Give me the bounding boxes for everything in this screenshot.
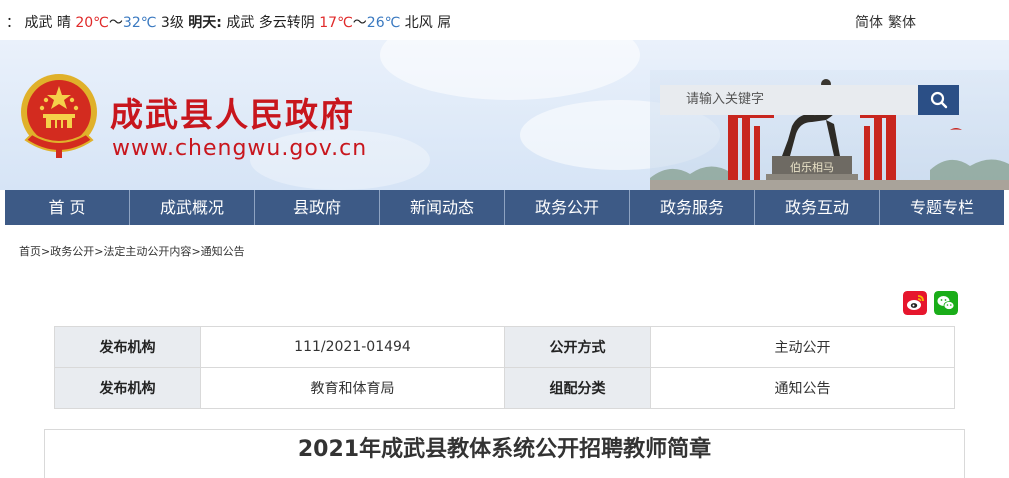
breadcrumb-notices[interactable]: 通知公告 — [201, 245, 245, 258]
weather-wind-today: 3级 — [160, 15, 184, 31]
weather-low-tomorrow: 17℃ — [319, 15, 353, 31]
meta-label: 公开方式 — [504, 326, 651, 368]
main-nav: 首 页 成武概况 县政府 新闻动态 政务公开 政务服务 政务互动 专题专栏 — [5, 190, 1004, 225]
header-banner: 成武县人民政府 www.chengwu.gov.cn 伯乐相马 请输入关键字 — [0, 40, 1009, 190]
nav-item-overview[interactable]: 成武概况 — [130, 190, 255, 225]
nav-item-news[interactable]: 新闻动态 — [380, 190, 505, 225]
search-input[interactable]: 请输入关键字 — [660, 85, 918, 115]
weather-condition-tomorrow: 多云转阴 — [258, 15, 315, 31]
weibo-icon[interactable] — [903, 291, 927, 315]
search-button[interactable] — [918, 85, 959, 115]
meta-label: 发布机构 — [54, 367, 201, 409]
main-content: 首页>政务公开>法定主动公开内容>通知公告 发布机构 111/2021-0149… — [5, 225, 1004, 478]
meta-value: 教育和体育局 — [200, 367, 505, 409]
weather-city-today: 成武 — [24, 15, 53, 31]
table-row: 发布机构 教育和体育局 组配分类 通知公告 — [54, 367, 955, 409]
weather-condition-today: 晴 — [56, 15, 71, 31]
meta-value: 111/2021-01494 — [200, 326, 505, 368]
simplified-chinese-link[interactable]: 简体 — [855, 12, 883, 32]
breadcrumb-home[interactable]: 首页 — [19, 245, 41, 258]
weather-high-tomorrow: 26℃ — [366, 15, 401, 31]
weather-high-today: 32℃ — [122, 15, 157, 31]
weather-tomorrow-label: 明天: — [188, 15, 222, 31]
weather-sep-today: ～ — [108, 15, 123, 31]
breadcrumb-disclosure[interactable]: 政务公开 — [50, 245, 94, 258]
breadcrumb-separator: > — [191, 245, 201, 258]
weather-wind-tomorrow: 北风 — [404, 15, 433, 31]
breadcrumb-statutory-content[interactable]: 法定主动公开内容 — [103, 245, 191, 258]
article-title: 2021年成武县教体系统公开招聘教师简章 — [44, 429, 965, 478]
search-icon — [930, 91, 947, 109]
site-url: www.chengwu.gov.cn — [112, 136, 368, 161]
breadcrumb-separator: > — [41, 245, 51, 258]
nav-item-county-government[interactable]: 县政府 — [255, 190, 380, 225]
national-emblem-icon — [21, 74, 97, 158]
meta-value: 主动公开 — [650, 326, 955, 368]
nav-item-special-topics[interactable]: 专题专栏 — [880, 190, 1004, 225]
meta-label: 组配分类 — [504, 367, 651, 409]
weather-prefix: ： — [6, 15, 20, 31]
site-title: 成武县人民政府 — [110, 95, 355, 134]
nav-item-home[interactable]: 首 页 — [5, 190, 130, 225]
nav-item-government-services[interactable]: 政务服务 — [630, 190, 755, 225]
document-meta-table: 发布机构 111/2021-01494 公开方式 主动公开 发布机构 教育和体育… — [54, 326, 955, 409]
nav-item-government-disclosure[interactable]: 政务公开 — [505, 190, 630, 225]
table-row: 发布机构 111/2021-01494 公开方式 主动公开 — [54, 326, 955, 368]
meta-label: 发布机构 — [54, 326, 201, 368]
wechat-icon[interactable] — [934, 291, 958, 315]
statue-plaque-text: 伯乐相马 — [790, 160, 834, 174]
weather-ticker: ： 成武 晴 20℃～32℃ 3级 明天: 成武 多云转阴 17℃～26℃ 北风… — [6, 12, 456, 32]
weather-city-tomorrow: 成武 — [226, 15, 255, 31]
meta-value: 通知公告 — [650, 367, 955, 409]
weather-low-today: 20℃ — [75, 15, 109, 31]
breadcrumb: 首页>政务公开>法定主动公开内容>通知公告 — [19, 243, 245, 259]
top-bar: ： 成武 晴 20℃～32℃ 3级 明天: 成武 多云转阴 17℃～26℃ 北风… — [0, 0, 1009, 40]
weather-trailing: 屌 — [437, 15, 452, 31]
traditional-chinese-link[interactable]: 繁体 — [888, 12, 916, 32]
nav-item-government-interaction[interactable]: 政务互动 — [755, 190, 880, 225]
weather-sep-tomorrow: ～ — [352, 15, 367, 31]
